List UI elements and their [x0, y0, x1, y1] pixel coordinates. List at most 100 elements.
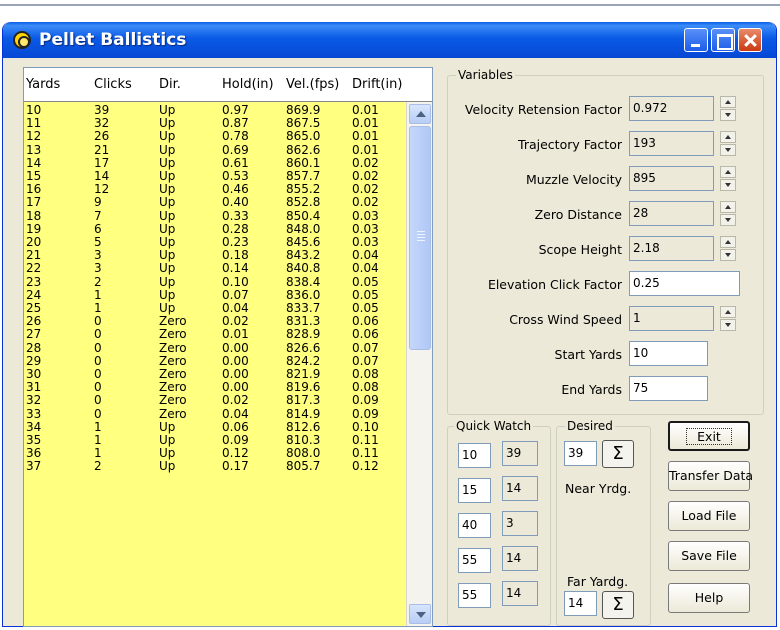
zero-distance-spinner[interactable] [720, 201, 736, 226]
velocity-retention-field[interactable]: 0.972 [629, 96, 714, 121]
cell-velocity: 819.6 [286, 380, 321, 395]
near-sigma-button[interactable]: Σ [602, 440, 634, 468]
cell-hold: 0.53 [222, 169, 249, 183]
table-row[interactable]: 36 1 Up 0.12 808.0 0.11 [24, 447, 406, 460]
cell-hold: 0.01 [222, 327, 249, 342]
table-row[interactable]: 35 1 Up 0.09 810.3 0.11 [24, 434, 406, 447]
cell-dir: Zero [159, 314, 187, 329]
cell-velocity: 850.4 [286, 208, 321, 223]
muzzle-velocity-spinner[interactable] [720, 166, 736, 191]
trajectory-factor-spinner[interactable] [720, 131, 736, 156]
table-row[interactable]: 30 0 Zero 0.00 821.9 0.08 [24, 368, 406, 381]
table-row[interactable]: 32 0 Zero 0.02 817.3 0.09 [24, 394, 406, 407]
table-row[interactable]: 24 1 Up 0.07 836.0 0.05 [24, 288, 406, 302]
title-bar[interactable]: Pellet Ballistics [3, 22, 776, 58]
table-row[interactable]: 26 0 Zero 0.02 831.3 0.06 [24, 315, 406, 328]
table-row[interactable]: 21 3 Up 0.18 843.2 0.04 [24, 249, 406, 262]
scope-height-field[interactable]: 2.18 [629, 236, 714, 261]
table-vertical-scrollbar[interactable] [406, 102, 432, 626]
spin-down-icon[interactable] [720, 144, 736, 156]
table-row[interactable]: 17 9 Up 0.40 852.8 0.02 [24, 196, 406, 209]
quick-watch-yards-1[interactable]: 10 [458, 443, 491, 468]
cell-clicks: 1 [94, 301, 102, 315]
spin-up-icon[interactable] [720, 96, 736, 108]
cell-dir: Zero [159, 406, 187, 421]
scroll-thumb[interactable] [409, 126, 431, 350]
close-button[interactable] [738, 28, 762, 52]
table-row[interactable]: 27 0 Zero 0.01 828.9 0.06 [24, 328, 406, 341]
far-yardage-field[interactable]: 14 [564, 591, 597, 616]
spin-up-icon[interactable] [720, 201, 736, 213]
table-row[interactable]: 34 1 Up 0.06 812.6 0.10 [24, 420, 406, 434]
cell-dir: Up [159, 169, 176, 183]
table-row[interactable]: 25 1 Up 0.04 833.7 0.05 [24, 302, 406, 315]
table-row[interactable]: 12 26 Up 0.78 865.0 0.01 [24, 130, 406, 143]
table-row[interactable]: 22 3 Up 0.14 840.8 0.04 [24, 262, 406, 275]
cell-clicks: 12 [94, 182, 110, 197]
table-row[interactable]: 10 39 Up 0.97 869.9 0.01 [24, 104, 406, 117]
ballistics-table[interactable]: Yards Clicks Dir. Hold(in) Vel.(fps) Dri… [23, 67, 433, 627]
cell-hold: 0.61 [222, 155, 249, 170]
minimize-button[interactable] [684, 28, 708, 52]
table-row[interactable]: 31 0 Zero 0.00 819.6 0.08 [24, 381, 406, 394]
spin-down-icon[interactable] [720, 109, 736, 121]
quick-watch-yards-5[interactable]: 55 [458, 583, 491, 608]
help-button[interactable]: Help [668, 583, 750, 613]
zero-distance-field[interactable]: 28 [629, 201, 714, 226]
table-row[interactable]: 23 2 Up 0.10 838.4 0.05 [24, 275, 406, 289]
load-file-button[interactable]: Load File [668, 501, 750, 531]
spin-down-icon[interactable] [720, 319, 736, 331]
table-row[interactable]: 15 14 Up 0.53 857.7 0.02 [24, 170, 406, 183]
cell-velocity: 831.3 [286, 314, 321, 329]
exit-button[interactable]: Exit [668, 421, 750, 451]
cell-dir: Up [159, 142, 176, 157]
cell-yards: 19 [26, 221, 42, 236]
far-sigma-button[interactable]: Σ [602, 591, 634, 619]
cell-dir: Zero [159, 340, 187, 355]
cell-clicks: 1 [94, 433, 102, 447]
table-row[interactable]: 28 0 Zero 0.00 826.6 0.07 [24, 340, 406, 355]
table-row[interactable]: 16 12 Up 0.46 855.2 0.02 [24, 183, 406, 196]
cell-drift: 0.06 [352, 314, 379, 329]
spin-down-icon[interactable] [720, 179, 736, 191]
cross-wind-spinner[interactable] [720, 306, 736, 331]
maximize-button[interactable] [711, 28, 735, 52]
cell-clicks: 39 [94, 103, 110, 117]
spin-up-icon[interactable] [720, 166, 736, 178]
table-row[interactable]: 14 17 Up 0.61 860.1 0.02 [24, 155, 406, 170]
table-row[interactable]: 33 0 Zero 0.04 814.9 0.09 [24, 406, 406, 421]
table-row[interactable]: 18 7 Up 0.33 850.4 0.03 [24, 208, 406, 223]
save-file-button[interactable]: Save File [668, 541, 750, 571]
table-row[interactable]: 20 5 Up 0.23 845.6 0.03 [24, 236, 406, 249]
end-yards-field[interactable]: 75 [629, 376, 708, 401]
table-row[interactable]: 19 6 Up 0.28 848.0 0.03 [24, 221, 406, 236]
scope-height-spinner[interactable] [720, 236, 736, 261]
table-row[interactable]: 37 2 Up 0.17 805.7 0.12 [24, 460, 406, 473]
cell-yards: 13 [26, 142, 42, 157]
table-row[interactable]: 11 32 Up 0.87 867.5 0.01 [24, 117, 406, 130]
velocity-retention-spinner[interactable] [720, 96, 736, 121]
quick-watch-yards-2[interactable]: 15 [458, 478, 491, 503]
muzzle-velocity-field[interactable]: 895 [629, 166, 714, 191]
start-yards-field[interactable]: 10 [629, 341, 708, 366]
cross-wind-field[interactable]: 1 [629, 306, 714, 331]
quick-watch-yards-3[interactable]: 40 [458, 513, 491, 538]
table-row[interactable]: 13 21 Up 0.69 862.6 0.01 [24, 142, 406, 157]
cell-velocity: 843.2 [286, 248, 321, 263]
spin-down-icon[interactable] [720, 249, 736, 261]
spin-up-icon[interactable] [720, 236, 736, 248]
scroll-up-icon[interactable] [409, 104, 431, 124]
trajectory-factor-field[interactable]: 193 [629, 131, 714, 156]
cell-yards: 30 [26, 367, 42, 381]
table-row[interactable]: 29 0 Zero 0.00 824.2 0.07 [24, 354, 406, 368]
cell-hold: 0.97 [222, 103, 249, 117]
near-yardage-field[interactable]: 39 [564, 441, 597, 466]
cell-dir: Up [159, 301, 176, 315]
quick-watch-yards-4[interactable]: 55 [458, 548, 491, 573]
spin-up-icon[interactable] [720, 306, 736, 318]
transfer-data-button[interactable]: Transfer Data [668, 461, 753, 491]
elevation-click-field[interactable]: 0.25 [629, 271, 740, 296]
scroll-down-icon[interactable] [409, 604, 431, 624]
spin-up-icon[interactable] [720, 131, 736, 143]
spin-down-icon[interactable] [720, 214, 736, 226]
